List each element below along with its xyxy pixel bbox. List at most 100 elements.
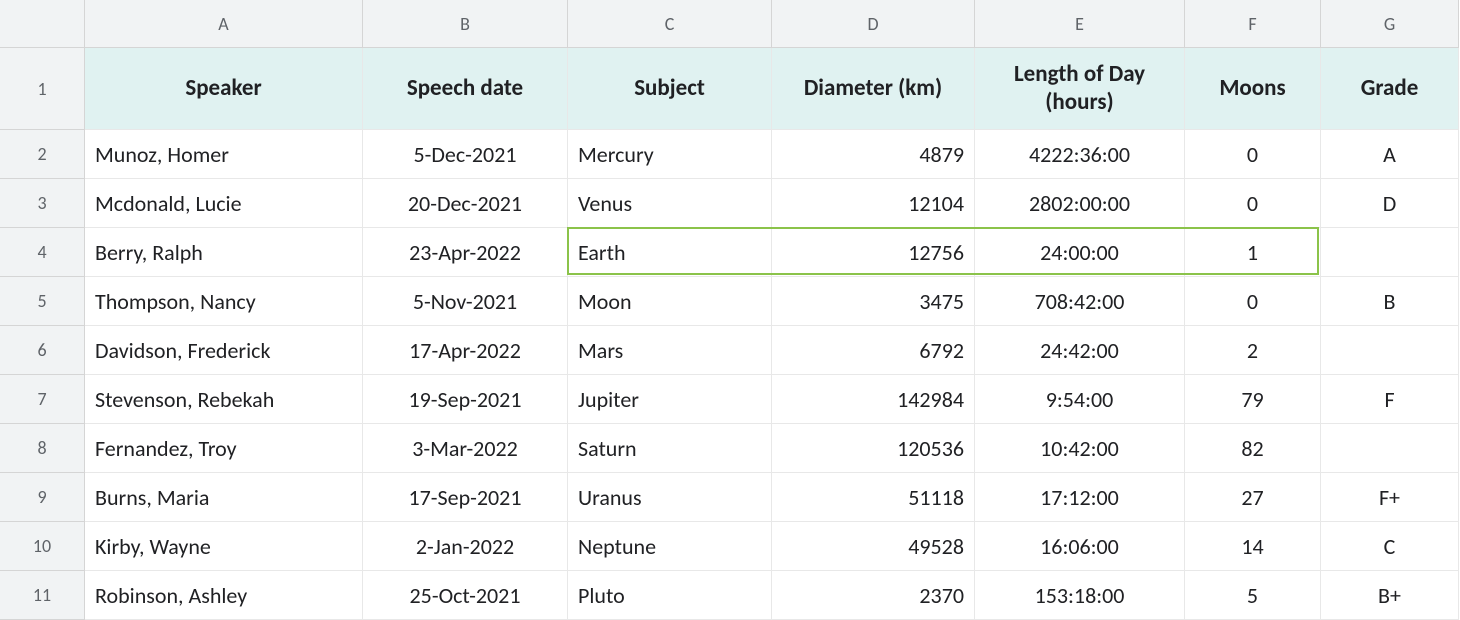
cell-B6[interactable]: 17-Apr-2022 [363, 326, 568, 375]
header-cell-B[interactable]: Speech date [363, 48, 568, 130]
column-header-A[interactable]: A [85, 0, 363, 48]
cell-A7[interactable]: Stevenson, Rebekah [85, 375, 363, 424]
column-headers: ABCDEFG [85, 0, 1459, 48]
column-header-C[interactable]: C [568, 0, 772, 48]
row-header-11[interactable]: 11 [0, 571, 85, 620]
cell-F8[interactable]: 82 [1185, 424, 1321, 473]
header-cell-E[interactable]: Length of Day (hours) [975, 48, 1185, 130]
cell-B10[interactable]: 2-Jan-2022 [363, 522, 568, 571]
header-cell-A[interactable]: Speaker [85, 48, 363, 130]
cell-C7[interactable]: Jupiter [568, 375, 772, 424]
cell-F9[interactable]: 27 [1185, 473, 1321, 522]
cell-A9[interactable]: Burns, Maria [85, 473, 363, 522]
cell-E2[interactable]: 4222:36:00 [975, 130, 1185, 179]
row-header-3[interactable]: 3 [0, 179, 85, 228]
header-cell-G[interactable]: Grade [1321, 48, 1459, 130]
row-header-7[interactable]: 7 [0, 375, 85, 424]
cell-B11[interactable]: 25-Oct-2021 [363, 571, 568, 620]
row-header-2[interactable]: 2 [0, 130, 85, 179]
cell-C10[interactable]: Neptune [568, 522, 772, 571]
cell-A11[interactable]: Robinson, Ashley [85, 571, 363, 620]
column-header-G[interactable]: G [1321, 0, 1459, 48]
cell-A3[interactable]: Mcdonald, Lucie [85, 179, 363, 228]
cell-A8[interactable]: Fernandez, Troy [85, 424, 363, 473]
column-header-F[interactable]: F [1185, 0, 1321, 48]
cell-grid: SpeakerSpeech dateSubjectDiameter (km)Le… [85, 48, 1459, 620]
cell-D3[interactable]: 12104 [772, 179, 975, 228]
cell-F5[interactable]: 0 [1185, 277, 1321, 326]
cell-F4[interactable]: 1 [1185, 228, 1321, 277]
cell-G9[interactable]: F+ [1321, 473, 1459, 522]
cell-G5[interactable]: B [1321, 277, 1459, 326]
cell-D6[interactable]: 6792 [772, 326, 975, 375]
table-row: Fernandez, Troy3-Mar-2022Saturn12053610:… [85, 424, 1459, 473]
header-cell-C[interactable]: Subject [568, 48, 772, 130]
cell-D5[interactable]: 3475 [772, 277, 975, 326]
cell-G7[interactable]: F [1321, 375, 1459, 424]
cell-F7[interactable]: 79 [1185, 375, 1321, 424]
cell-B3[interactable]: 20-Dec-2021 [363, 179, 568, 228]
cell-E7[interactable]: 9:54:00 [975, 375, 1185, 424]
cell-D8[interactable]: 120536 [772, 424, 975, 473]
cell-E3[interactable]: 2802:00:00 [975, 179, 1185, 228]
cell-E10[interactable]: 16:06:00 [975, 522, 1185, 571]
cell-G3[interactable]: D [1321, 179, 1459, 228]
column-header-D[interactable]: D [772, 0, 975, 48]
cell-E5[interactable]: 708:42:00 [975, 277, 1185, 326]
cell-E9[interactable]: 17:12:00 [975, 473, 1185, 522]
cell-G2[interactable]: A [1321, 130, 1459, 179]
cell-B5[interactable]: 5-Nov-2021 [363, 277, 568, 326]
cell-D7[interactable]: 142984 [772, 375, 975, 424]
cell-G8[interactable] [1321, 424, 1459, 473]
cell-B4[interactable]: 23-Apr-2022 [363, 228, 568, 277]
cell-G11[interactable]: B+ [1321, 571, 1459, 620]
cell-E11[interactable]: 153:18:00 [975, 571, 1185, 620]
cell-C5[interactable]: Moon [568, 277, 772, 326]
cell-D4[interactable]: 12756 [772, 228, 975, 277]
cell-C3[interactable]: Venus [568, 179, 772, 228]
cell-F2[interactable]: 0 [1185, 130, 1321, 179]
cell-E8[interactable]: 10:42:00 [975, 424, 1185, 473]
cell-E4[interactable]: 24:00:00 [975, 228, 1185, 277]
cell-G10[interactable]: C [1321, 522, 1459, 571]
cell-G4[interactable] [1321, 228, 1459, 277]
cell-B9[interactable]: 17-Sep-2021 [363, 473, 568, 522]
cell-C11[interactable]: Pluto [568, 571, 772, 620]
cell-C9[interactable]: Uranus [568, 473, 772, 522]
cell-B8[interactable]: 3-Mar-2022 [363, 424, 568, 473]
row-header-8[interactable]: 8 [0, 424, 85, 473]
cell-F11[interactable]: 5 [1185, 571, 1321, 620]
cell-C6[interactable]: Mars [568, 326, 772, 375]
cell-D2[interactable]: 4879 [772, 130, 975, 179]
cell-D11[interactable]: 2370 [772, 571, 975, 620]
cell-A5[interactable]: Thompson, Nancy [85, 277, 363, 326]
row-header-9[interactable]: 9 [0, 473, 85, 522]
row-header-1[interactable]: 1 [0, 48, 85, 130]
cell-F3[interactable]: 0 [1185, 179, 1321, 228]
column-header-B[interactable]: B [363, 0, 568, 48]
cell-G6[interactable] [1321, 326, 1459, 375]
select-all-corner[interactable] [0, 0, 85, 48]
header-cell-D[interactable]: Diameter (km) [772, 48, 975, 130]
cell-C2[interactable]: Mercury [568, 130, 772, 179]
cell-D10[interactable]: 49528 [772, 522, 975, 571]
cell-B7[interactable]: 19-Sep-2021 [363, 375, 568, 424]
column-header-E[interactable]: E [975, 0, 1185, 48]
cell-D9[interactable]: 51118 [772, 473, 975, 522]
cell-A4[interactable]: Berry, Ralph [85, 228, 363, 277]
row-header-4[interactable]: 4 [0, 228, 85, 277]
cell-A10[interactable]: Kirby, Wayne [85, 522, 363, 571]
cell-A6[interactable]: Davidson, Frederick [85, 326, 363, 375]
cell-B2[interactable]: 5-Dec-2021 [363, 130, 568, 179]
cell-C4[interactable]: Earth [568, 228, 772, 277]
cell-C8[interactable]: Saturn [568, 424, 772, 473]
row-header-10[interactable]: 10 [0, 522, 85, 571]
cell-F6[interactable]: 2 [1185, 326, 1321, 375]
cell-E6[interactable]: 24:42:00 [975, 326, 1185, 375]
table-row: Berry, Ralph23-Apr-2022Earth1275624:00:0… [85, 228, 1459, 277]
cell-A2[interactable]: Munoz, Homer [85, 130, 363, 179]
row-header-6[interactable]: 6 [0, 326, 85, 375]
row-header-5[interactable]: 5 [0, 277, 85, 326]
header-cell-F[interactable]: Moons [1185, 48, 1321, 130]
cell-F10[interactable]: 14 [1185, 522, 1321, 571]
